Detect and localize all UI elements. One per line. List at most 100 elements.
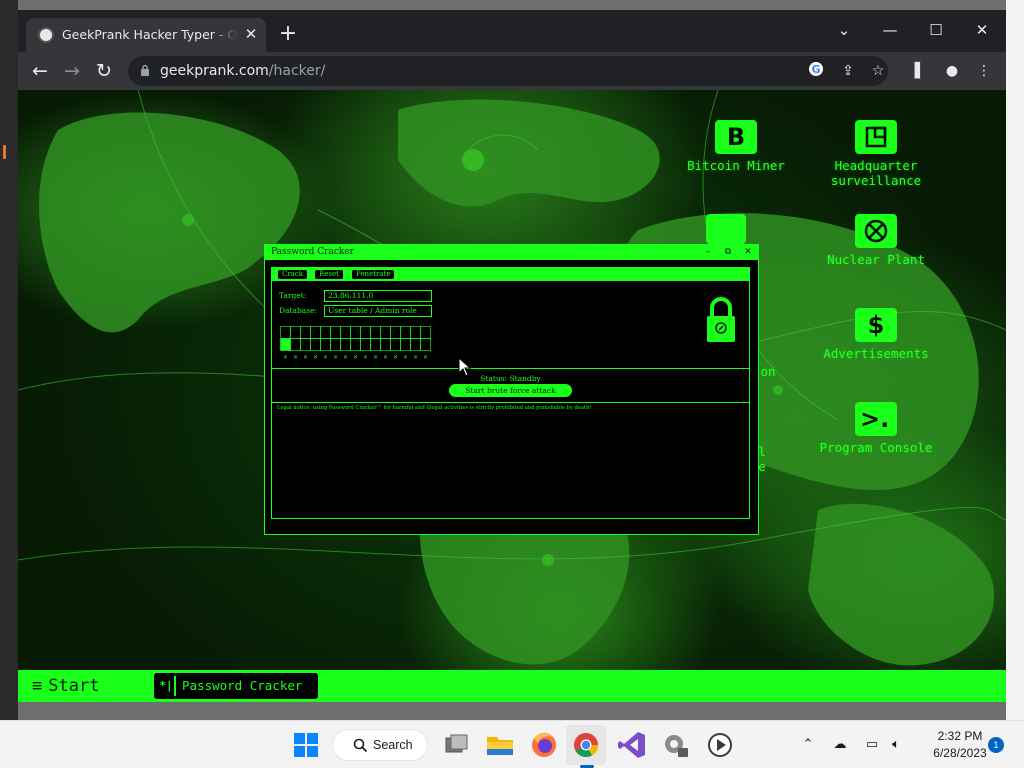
grid-cell: [380, 338, 391, 351]
url-text: geekprank.com/hacker/: [160, 63, 325, 79]
maximize-button[interactable]: ☐: [916, 16, 956, 44]
chrome-icon[interactable]: [570, 729, 602, 761]
back-button[interactable]: ←: [28, 59, 52, 83]
windows-taskbar: Search ⌃ ☁ ▭ 🔈︎ 2:32 PM 6/28/2023 1: [0, 720, 1024, 768]
panel-divider: [272, 368, 749, 369]
browser-window: GeekPrank Hacker Typer - Online ✕ + ⌄ — …: [18, 10, 1006, 702]
page-viewport: d on l e B Bitcoin Miner Headquarter sur…: [18, 90, 1006, 702]
tab-active[interactable]: GeekPrank Hacker Typer - Online ✕: [26, 18, 266, 52]
window-title: Password Cracker: [271, 247, 354, 257]
grid-marker: ×: [423, 353, 427, 361]
firefox-icon[interactable]: [528, 729, 560, 761]
profile-icon[interactable]: ●: [941, 60, 963, 82]
new-tab-button[interactable]: +: [276, 22, 300, 46]
grid-marker: ×: [373, 353, 377, 361]
desktop-icon-hidden[interactable]: [696, 214, 756, 244]
reload-button[interactable]: ↻: [92, 59, 116, 83]
desktop-icon-label: Bitcoin Miner: [687, 158, 785, 173]
grid-cell: [350, 326, 361, 339]
share-icon[interactable]: ⇪: [838, 61, 858, 81]
padlock-icon: [707, 297, 735, 342]
start-button[interactable]: ≡ Start: [32, 675, 99, 697]
close-window-button[interactable]: ✕: [962, 16, 1002, 44]
database-label: Database:: [279, 306, 318, 315]
grid-marker: ×: [353, 353, 357, 361]
grid-marker: ×: [303, 353, 307, 361]
taskbar-item-password-cracker[interactable]: *| Password Cracker: [154, 673, 318, 699]
grid-cell: [370, 338, 381, 351]
grid-cell: [380, 326, 391, 339]
hidden-app-icon: [706, 214, 746, 244]
menu-penetrate[interactable]: Penetrate: [352, 270, 395, 279]
hacker-taskbar: ≡ Start *| Password Cracker: [18, 670, 1006, 702]
media-player-icon[interactable]: [704, 729, 736, 761]
visual-studio-icon[interactable]: [616, 729, 648, 761]
desktop-icon-label: Nuclear Plant: [827, 252, 925, 267]
grid-cell: [400, 326, 411, 339]
mouse-cursor-icon: [458, 357, 472, 377]
grid-cell: [370, 326, 381, 339]
desktop-icon-label: Program Console: [819, 440, 933, 455]
menu-reset[interactable]: Reset: [315, 270, 343, 279]
settings-gear-icon[interactable]: [660, 729, 692, 761]
cracker-menubar: Crack Reset Penetrate: [272, 268, 749, 281]
tab-strip: GeekPrank Hacker Typer - Online ✕ + ⌄ — …: [18, 10, 1006, 52]
grid-cell: [360, 326, 371, 339]
notification-badge[interactable]: 1: [988, 737, 1004, 753]
nuclear-icon: [855, 214, 897, 248]
grid-cell: [330, 338, 341, 351]
desktop-right-strip: [1006, 0, 1024, 720]
grid-cell: [410, 326, 421, 339]
volume-icon[interactable]: 🔈︎: [886, 735, 906, 755]
show-hidden-icons-chevron[interactable]: ⌃: [798, 735, 818, 755]
grid-marker: ×: [413, 353, 417, 361]
grid-cell: [390, 326, 401, 339]
cracker-panel: Crack Reset Penetrate Target: 23.86.111.…: [271, 267, 750, 519]
grid-cell: [280, 326, 291, 339]
google-lens-icon[interactable]: G: [806, 61, 826, 81]
lock-icon: [141, 64, 149, 76]
grid-marker: ×: [313, 353, 317, 361]
desktop-icon-label: Advertisements: [823, 346, 929, 361]
start-attack-button[interactable]: Start brute force attack: [449, 384, 572, 397]
side-panel-icon[interactable]: ▌: [909, 60, 931, 82]
desktop-icon-headquarter-surveillance[interactable]: Headquarter surveillance: [811, 120, 941, 188]
minimize-button[interactable]: —: [870, 16, 910, 44]
grid-cell: [280, 338, 291, 351]
grid-cell: [390, 338, 401, 351]
database-field[interactable]: User table / Admin role: [324, 305, 432, 317]
grid-marker: ×: [403, 353, 407, 361]
forward-button[interactable]: →: [60, 59, 84, 83]
password-cracker-icon: *|: [158, 676, 176, 696]
grid-cell: [290, 326, 301, 339]
menu-crack[interactable]: Crack: [278, 270, 308, 279]
taskbar-search-box[interactable]: Search: [332, 729, 428, 761]
grid-cell: [350, 338, 361, 351]
grid-marker: ×: [383, 353, 387, 361]
file-explorer-icon[interactable]: [484, 729, 516, 761]
desktop-icon-program-console[interactable]: >. Program Console: [811, 402, 941, 455]
tab-search-button[interactable]: ⌄: [824, 16, 864, 44]
window-restore-button[interactable]: ⧉: [721, 246, 735, 258]
network-icon[interactable]: ▭: [862, 735, 882, 755]
window-titlebar[interactable]: Password Cracker – ⧉ ✕: [265, 245, 758, 260]
window-close-button[interactable]: ✕: [741, 246, 755, 258]
target-field[interactable]: 23.86.111.0: [324, 290, 432, 302]
address-bar[interactable]: geekprank.com/hacker/ G ⇪ ☆: [128, 56, 888, 86]
start-label: Start: [48, 676, 100, 696]
windows-start-icon[interactable]: [290, 729, 322, 761]
menu-kebab-icon[interactable]: ⋮: [973, 60, 995, 82]
window-minimize-button[interactable]: –: [701, 246, 715, 258]
desktop-icon-bitcoin-miner[interactable]: B Bitcoin Miner: [671, 120, 801, 173]
onedrive-icon[interactable]: ☁: [830, 735, 850, 755]
dollar-icon: $: [855, 308, 897, 342]
desktop-left-strip: [0, 0, 18, 720]
target-label: Target:: [279, 291, 307, 300]
menu-burger-icon: ≡: [32, 676, 43, 696]
bookmark-star-icon[interactable]: ☆: [868, 61, 888, 81]
desktop-icon-nuclear-plant[interactable]: Nuclear Plant: [811, 214, 941, 267]
task-view-icon[interactable]: [440, 729, 472, 761]
legal-notice: Legal notice: using Password Cracker™ fo…: [277, 405, 592, 411]
desktop-icon-advertisements[interactable]: $ Advertisements: [811, 308, 941, 361]
tab-close-icon[interactable]: ✕: [242, 25, 260, 43]
